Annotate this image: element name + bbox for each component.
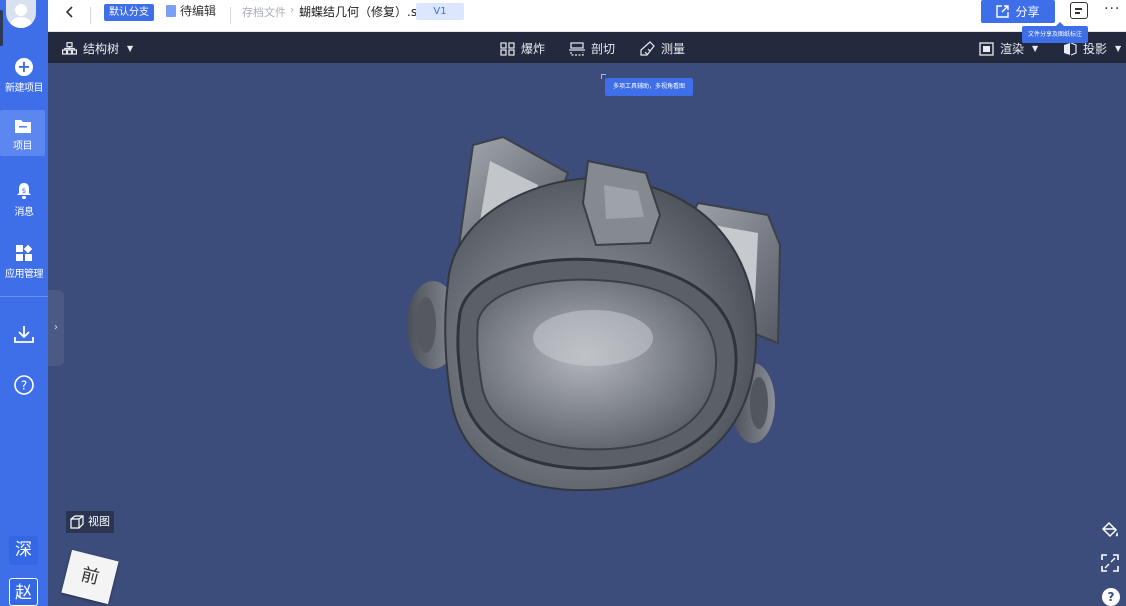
sidebar-item-new-project[interactable]: + 新建项目 [0, 58, 48, 94]
top-bar: 默认分支 待编辑 存档文件 › 蝴蝶结几何（修复）.stl V1 分享 ··· [48, 0, 1126, 32]
edit-status: 待编辑 [180, 4, 217, 18]
fullscreen-icon [1101, 554, 1119, 572]
share-label: 分享 [1015, 5, 1040, 19]
projection-icon [1064, 41, 1077, 56]
help-icon[interactable]: ? [1102, 588, 1120, 606]
sidebar-indicator [0, 10, 3, 46]
structure-tree-button[interactable]: 结构树 ▼ [62, 40, 133, 57]
caret-down-icon: ▼ [1032, 44, 1039, 53]
workspace-tag[interactable]: 深 [9, 536, 38, 565]
caret-down-icon: ▼ [1115, 44, 1122, 53]
paint-bucket-button[interactable] [1100, 521, 1120, 543]
sidebar-item-apps[interactable]: 应用管理 [0, 244, 48, 280]
cube-front-face: 前 [78, 564, 102, 589]
sidebar-item-label: 项目 [13, 141, 33, 152]
chevron-left-icon [65, 6, 73, 18]
plus-circle-icon: + [15, 58, 33, 76]
back-button[interactable] [65, 4, 75, 23]
download-icon [14, 326, 34, 343]
svg-text:$: $ [22, 187, 26, 195]
version-badge[interactable]: V1 [416, 3, 464, 20]
share-icon [996, 5, 1010, 18]
panel-expand-handle[interactable]: › [48, 290, 64, 366]
sidebar-item-help[interactable]: ? [0, 374, 48, 396]
explode-label: 爆炸 [521, 42, 546, 56]
explode-button[interactable]: 爆炸 [500, 40, 545, 57]
explode-icon [500, 41, 515, 56]
view-cube-icon [70, 515, 84, 529]
sidebar-item-download[interactable] [0, 324, 48, 344]
structure-tree-label: 结构树 [83, 42, 120, 56]
sidebar-item-projects[interactable]: 项目 [0, 110, 45, 156]
file-name: 蝴蝶结几何（修复）.stl [299, 5, 426, 19]
view-label: 视图 [88, 515, 110, 528]
render-label: 渲染 [1000, 42, 1025, 56]
viewer-toolbar: 结构树 ▼ 爆炸 剖切 测量 渲染 ▼ 投影 ▼ [48, 32, 1126, 63]
fullscreen-button[interactable] [1100, 553, 1120, 577]
breadcrumb-separator: › [290, 3, 295, 16]
sidebar-divider [0, 296, 48, 297]
sidebar-item-label: 新建项目 [5, 83, 44, 94]
measure-label: 测量 [661, 42, 686, 56]
avatar-head [15, 4, 27, 16]
avatar-body [10, 17, 32, 28]
sidebar-item-label: 应用管理 [5, 269, 44, 280]
sidebar-item-label: 消息 [14, 207, 35, 218]
render-icon [979, 41, 994, 56]
structure-tree-icon [62, 42, 77, 55]
left-sidebar: + 新建项目 项目 $ 消息 应用管理 ? 深 赵 [0, 0, 48, 606]
branch-tag[interactable]: 默认分支 [104, 4, 154, 21]
divider [230, 7, 231, 24]
folder-icon [14, 120, 31, 133]
user-tag[interactable]: 赵 [9, 578, 38, 606]
measure-button[interactable]: 测量 [639, 40, 685, 57]
caret-down-icon: ▼ [127, 44, 134, 53]
more-button[interactable]: ··· [1104, 1, 1120, 17]
divider [90, 7, 91, 24]
3d-model-helmet[interactable] [378, 133, 798, 503]
navigation-cube[interactable]: 前 [61, 549, 119, 605]
document-icon [166, 5, 176, 17]
measure-icon [640, 41, 655, 56]
section-label: 剖切 [591, 42, 616, 56]
view-button[interactable]: 视图 [66, 511, 114, 533]
3d-viewport[interactable]: 多项工具辅助，多视角看图 › 视图 前 ? [48, 63, 1126, 606]
svg-text:?: ? [21, 379, 27, 393]
breadcrumb-root[interactable]: 存档文件 [242, 4, 286, 20]
section-button[interactable]: 剖切 [569, 40, 615, 57]
paint-bucket-icon [1101, 521, 1119, 538]
bell-icon: $ [17, 183, 31, 199]
comment-icon[interactable] [1070, 2, 1088, 19]
section-cut-icon [569, 41, 585, 56]
share-tooltip: 文件分享及图纸标注 [1022, 22, 1089, 43]
avatar[interactable] [6, 0, 36, 28]
share-button[interactable]: 分享 [981, 0, 1055, 23]
sidebar-item-messages[interactable]: $ 消息 [0, 182, 48, 218]
help-icon: ? [14, 375, 34, 395]
apps-grid-icon [16, 244, 33, 261]
tools-tooltip: 多项工具辅助，多视角看图 [600, 74, 694, 96]
